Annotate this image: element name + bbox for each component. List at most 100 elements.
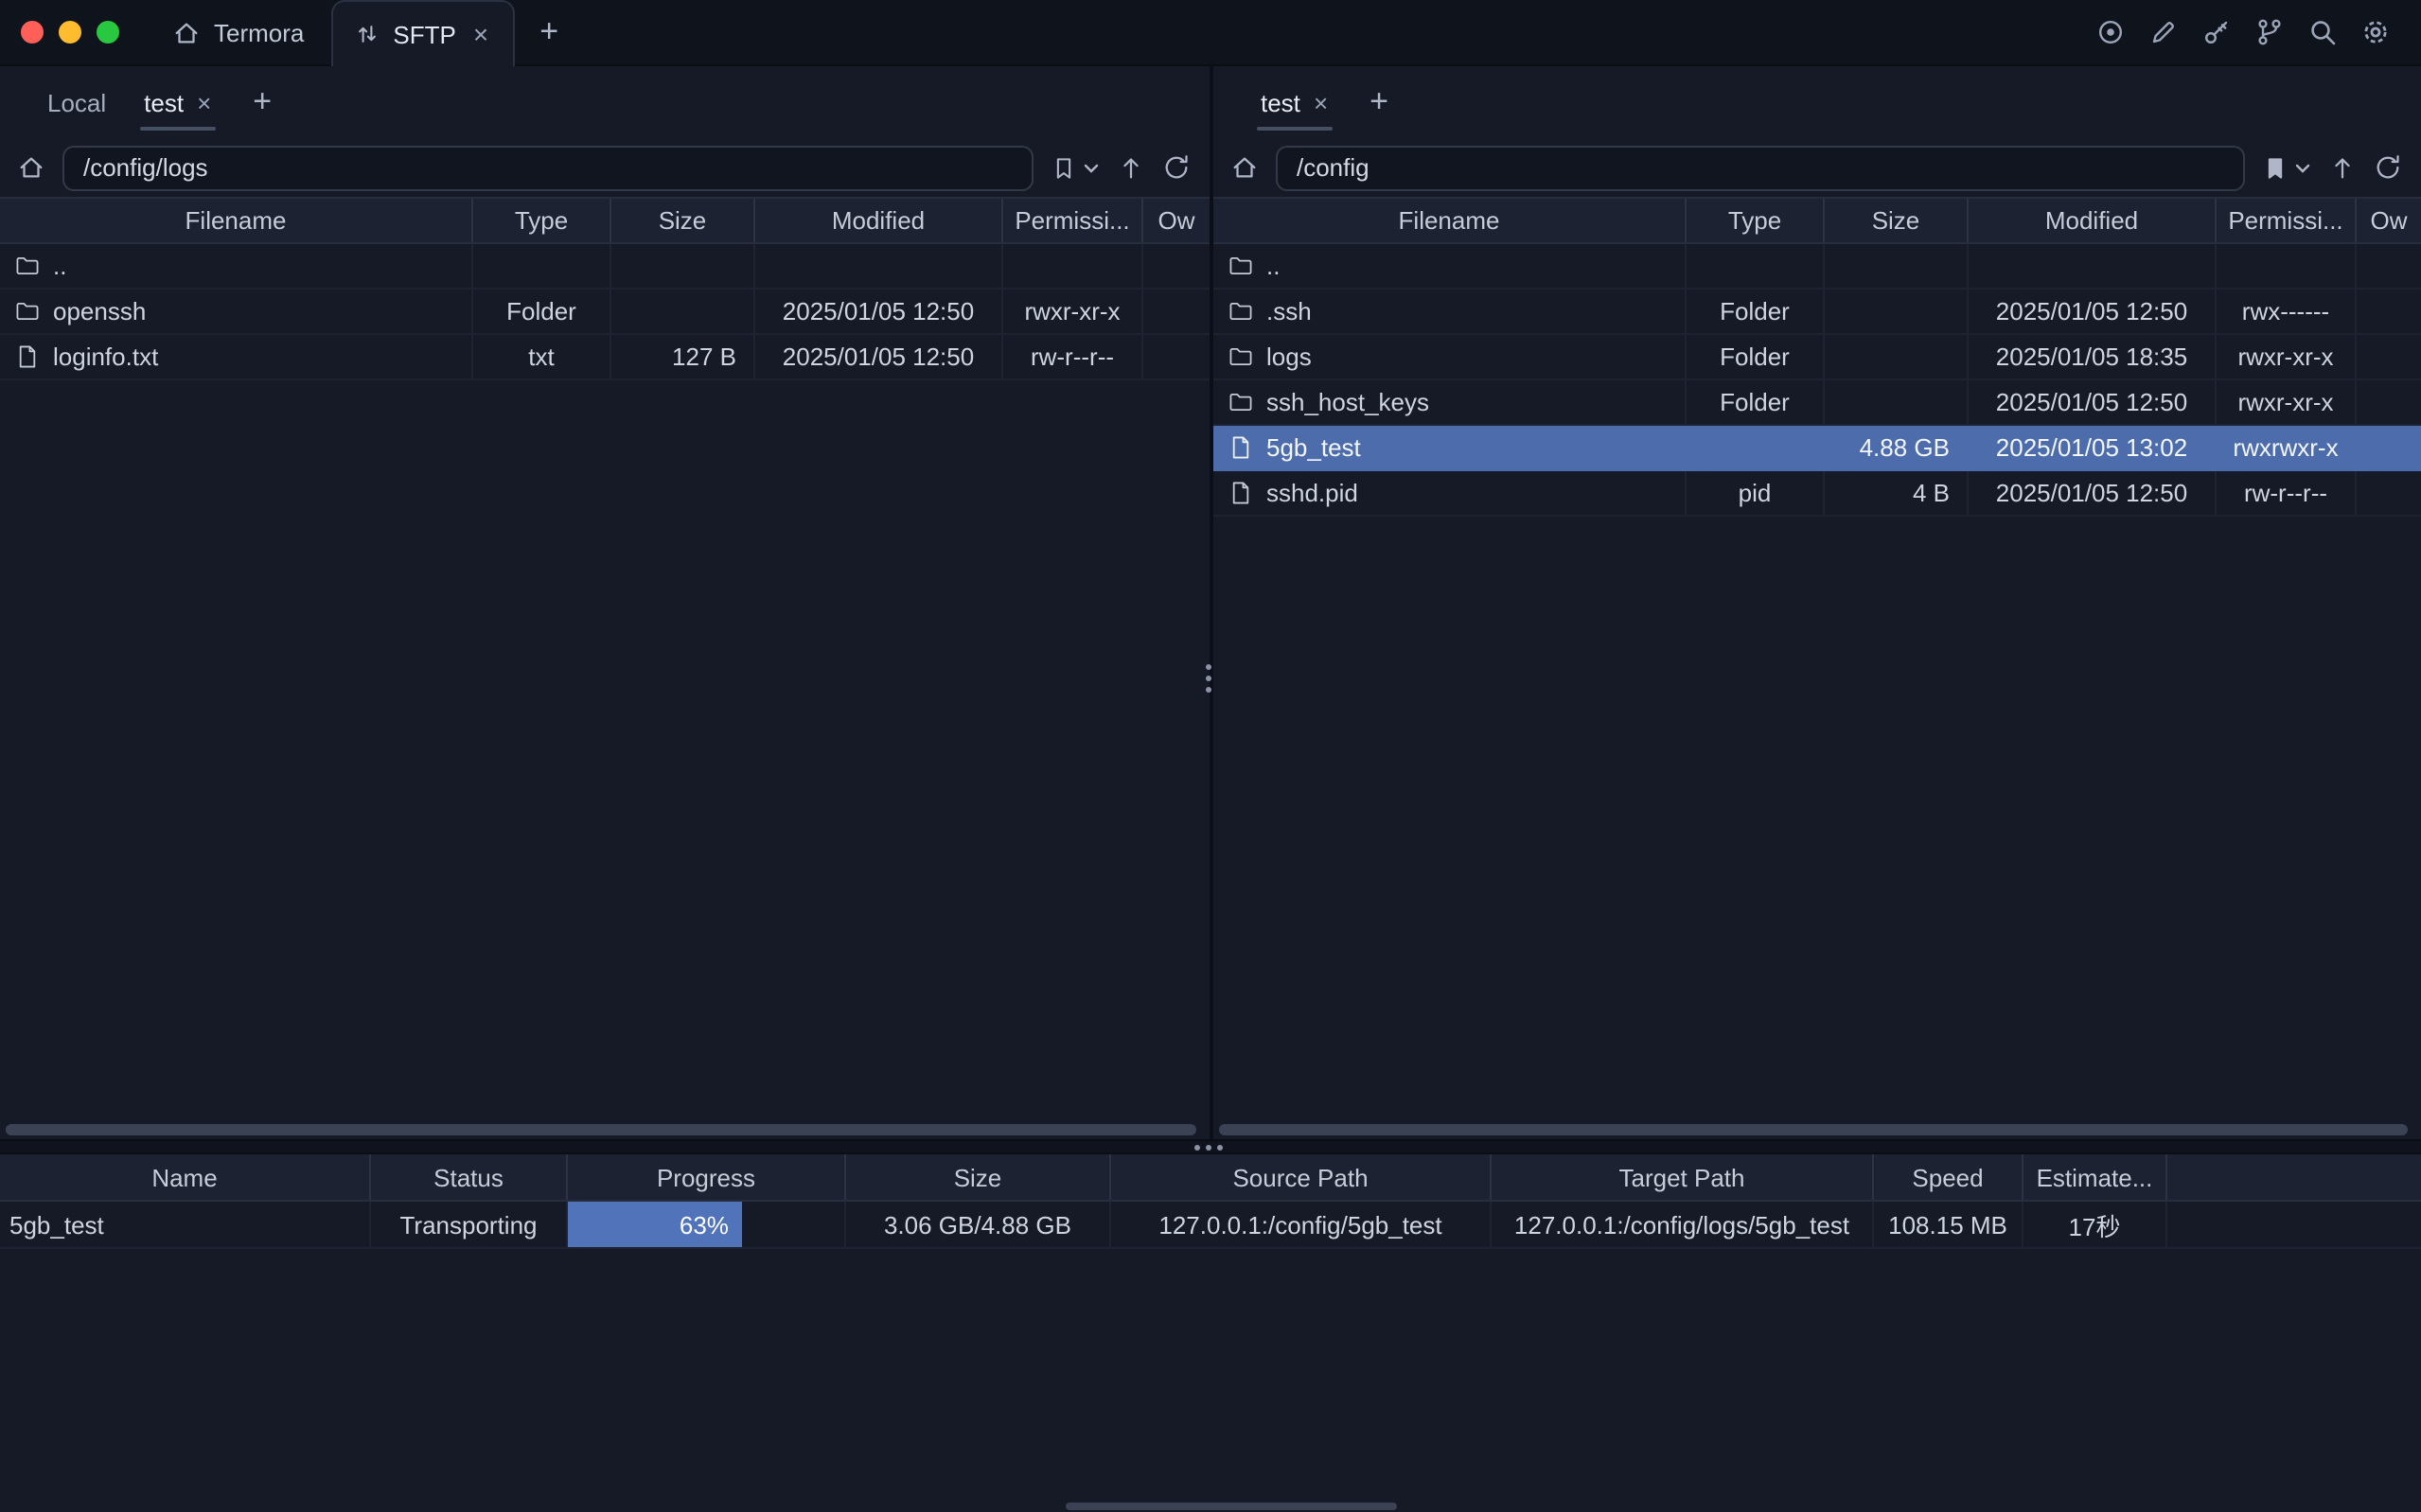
settings-gear-icon[interactable] [2359, 15, 2393, 49]
column-size[interactable]: Size [1825, 199, 1969, 242]
tab-test-left[interactable]: test × [125, 77, 230, 128]
filename-cell: 5gb_test [1213, 426, 1687, 469]
column-modified[interactable]: Modified [755, 199, 1003, 242]
branch-icon[interactable] [2253, 15, 2287, 49]
column-type[interactable]: Type [473, 199, 611, 242]
transfer-splitter[interactable] [0, 1139, 2421, 1154]
column-owner[interactable]: Ow [1143, 199, 1210, 242]
bookmark-split-button[interactable] [1051, 154, 1100, 181]
filename-cell: openssh [0, 290, 473, 333]
local-file-panel: Local test × + [0, 66, 1210, 1139]
column-estimate[interactable]: Estimate... [2023, 1154, 2167, 1200]
key-icon[interactable] [2200, 15, 2234, 49]
bookmark-filled-icon[interactable] [2262, 154, 2288, 181]
permissions-cell: rwxrwxr-x [2217, 426, 2357, 469]
remote-panel-tabs: test × + [1213, 66, 2421, 138]
remote-path-input[interactable] [1276, 145, 2245, 190]
file-row-logs[interactable]: logs Folder 2025/01/05 18:35 rwxr-xr-x [1213, 335, 2421, 380]
owner-cell [2357, 290, 2421, 333]
transfer-arrows-icon [353, 21, 380, 47]
close-window-button[interactable] [21, 21, 44, 44]
permissions-cell: rw-r--r-- [1003, 335, 1143, 378]
horizontal-scrollbar[interactable] [1219, 1124, 2408, 1135]
size-cell [611, 244, 755, 288]
transfer-table-header: Name Status Progress Size Source Path Ta… [0, 1154, 2421, 1202]
filename-text: openssh [53, 297, 146, 325]
bookmark-icon[interactable] [1051, 154, 1077, 181]
refresh-icon[interactable] [2374, 153, 2402, 182]
chevron-down-icon[interactable] [1083, 160, 1100, 175]
close-tab-icon[interactable]: × [469, 19, 492, 49]
column-speed[interactable]: Speed [1874, 1154, 2023, 1200]
filename-cell: ssh_host_keys [1213, 380, 1687, 424]
local-path-input[interactable] [62, 145, 1034, 190]
file-row-ssh[interactable]: .ssh Folder 2025/01/05 12:50 rwx------ [1213, 290, 2421, 335]
tab-test-right[interactable]: test × [1242, 77, 1347, 128]
close-tab-icon[interactable]: × [1314, 90, 1328, 114]
column-filename[interactable]: Filename [0, 199, 473, 242]
column-modified[interactable]: Modified [1969, 199, 2217, 242]
column-source-path[interactable]: Source Path [1111, 1154, 1492, 1200]
tab-sftp-label: SFTP [393, 20, 455, 48]
column-target-path[interactable]: Target Path [1492, 1154, 1874, 1200]
home-directory-button[interactable] [17, 153, 45, 182]
column-permissions[interactable]: Permissi... [2217, 199, 2357, 242]
file-panels: Local test × + [0, 66, 2421, 1139]
home-directory-button[interactable] [1230, 153, 1259, 182]
refresh-icon[interactable] [1162, 153, 1191, 182]
filename-text: ssh_host_keys [1266, 388, 1429, 416]
column-type[interactable]: Type [1687, 199, 1825, 242]
file-row-5gb-test-selected[interactable]: 5gb_test 4.88 GB 2025/01/05 13:02 rwxrwx… [1213, 426, 2421, 471]
column-filename[interactable]: Filename [1213, 199, 1687, 242]
column-owner[interactable]: Ow [2357, 199, 2421, 242]
zoom-window-button[interactable] [97, 21, 119, 44]
new-tab-button[interactable]: + [515, 0, 583, 64]
progress-bar: 63% [568, 1202, 742, 1247]
filename-text: 5gb_test [1266, 433, 1361, 462]
file-row-sshd-pid[interactable]: sshd.pid pid 4 B 2025/01/05 12:50 rw-r--… [1213, 471, 2421, 517]
file-row-openssh[interactable]: openssh Folder 2025/01/05 12:50 rwxr-xr-… [0, 290, 1210, 335]
transfer-status: Transporting [371, 1202, 568, 1247]
parent-directory-button[interactable] [1117, 153, 1145, 182]
column-size[interactable]: Size [846, 1154, 1111, 1200]
parent-directory-button[interactable] [2328, 153, 2357, 182]
tab-local[interactable]: Local [28, 77, 125, 128]
column-name[interactable]: Name [0, 1154, 371, 1200]
transfer-source-path: 127.0.0.1:/config/5gb_test [1111, 1202, 1492, 1247]
transfer-name: 5gb_test [0, 1202, 371, 1247]
type-cell [1687, 244, 1825, 288]
size-cell: 127 B [611, 335, 755, 378]
chevron-down-icon[interactable] [2294, 160, 2311, 175]
type-cell: Folder [1687, 380, 1825, 424]
column-progress[interactable]: Progress [568, 1154, 846, 1200]
filename-text: sshd.pid [1266, 479, 1358, 507]
bookmark-split-button[interactable] [2262, 154, 2311, 181]
add-panel-tab-button[interactable]: + [1347, 83, 1411, 121]
permissions-cell: rwx------ [2217, 290, 2357, 333]
progress-cell: 63% [568, 1202, 846, 1247]
window-controls [0, 0, 146, 64]
permissions-cell: rw-r--r-- [2217, 471, 2357, 515]
tab-termora[interactable]: Termora [146, 0, 330, 64]
file-row-parent[interactable]: .. [0, 244, 1210, 290]
size-cell: 4 B [1825, 471, 1969, 515]
type-cell: pid [1687, 471, 1825, 515]
column-size[interactable]: Size [611, 199, 755, 242]
record-icon[interactable] [2094, 15, 2128, 49]
type-cell: Folder [1687, 290, 1825, 333]
owner-cell [1143, 244, 1210, 288]
close-tab-icon[interactable]: × [197, 90, 211, 114]
add-panel-tab-button[interactable]: + [230, 83, 294, 121]
column-status[interactable]: Status [371, 1154, 568, 1200]
search-icon[interactable] [2306, 15, 2340, 49]
column-permissions[interactable]: Permissi... [1003, 199, 1143, 242]
tab-sftp[interactable]: SFTP × [330, 0, 515, 66]
file-row-ssh-host-keys[interactable]: ssh_host_keys Folder 2025/01/05 12:50 rw… [1213, 380, 2421, 426]
edit-icon[interactable] [2147, 15, 2181, 49]
horizontal-scrollbar[interactable] [6, 1124, 1196, 1135]
file-row-loginfo[interactable]: loginfo.txt txt 127 B 2025/01/05 12:50 r… [0, 335, 1210, 380]
transfer-row-5gb-test[interactable]: 5gb_test Transporting 63% 3.06 GB/4.88 G… [0, 1202, 2421, 1249]
transfer-horizontal-scrollbar[interactable] [1066, 1503, 1397, 1510]
minimize-window-button[interactable] [59, 21, 81, 44]
file-row-parent[interactable]: .. [1213, 244, 2421, 290]
